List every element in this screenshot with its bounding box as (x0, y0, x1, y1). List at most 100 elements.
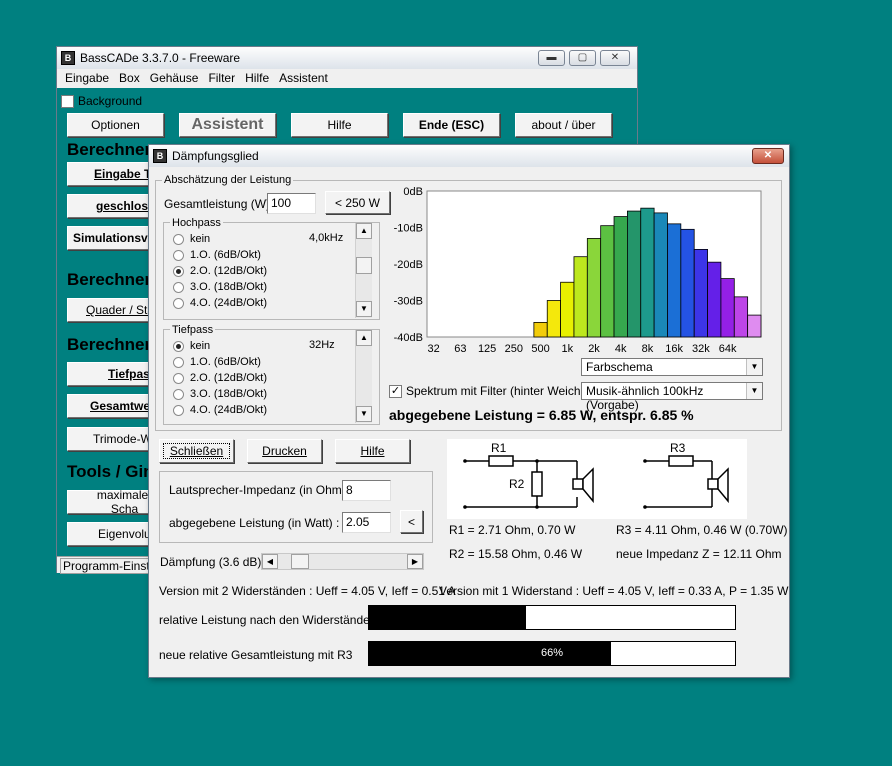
hochpass-option-kein[interactable]: kein (173, 233, 210, 245)
radio-label: kein (190, 233, 211, 245)
lt250-button[interactable]: < 250 W (325, 191, 390, 214)
radio-circle (173, 340, 184, 352)
spectrum-chart: 0dB -10dB -20dB -30dB -40dB 32 63 125 250 500 1k 2k… (394, 186, 762, 355)
r1-info: R1 = 2.71 Ohm, 0.70 W (449, 523, 576, 537)
x-tick-label: 500 (531, 343, 549, 355)
scroll-up-arrow[interactable]: ▲ (356, 223, 372, 239)
scroll-down-arrow[interactable]: ▼ (356, 406, 372, 422)
main-titlebar: B BassCADe 3.3.7.0 - Freeware ▬ ▢ ✕ (57, 47, 637, 69)
hilfe-button[interactable]: Hilfe (291, 113, 388, 137)
spectrum-bar (680, 228, 695, 338)
scroll-down-arrow[interactable]: ▼ (356, 301, 372, 317)
relative-label: relative Leistung nach den Widerständen (159, 613, 377, 627)
musik-select[interactable]: Musik-ähnlich 100kHz (Vorgabe) ▼ (581, 382, 763, 412)
section-heading: Berechnen (67, 335, 155, 354)
y-tick-label: 0dB (403, 186, 423, 198)
x-tick-label: 125 (478, 343, 496, 355)
neue-label: neue relative Gesamtleistung mit R3 (159, 648, 353, 662)
impedanz-input[interactable]: 8 (342, 480, 391, 501)
tiefpass-option-4[interactable]: 4.O. (24dB/Okt) (173, 404, 267, 416)
chevron-down-icon: ▼ (746, 383, 762, 399)
hochpass-option-4[interactable]: 4.O. (24dB/Okt) (173, 297, 267, 309)
version2-info: Version mit 2 Widerständen : Ueff = 4.05… (159, 584, 456, 598)
scroll-thumb[interactable] (356, 348, 372, 408)
menu-gehaeuse[interactable]: Gehäuse (145, 69, 204, 87)
ende-button[interactable]: Ende (ESC) (403, 113, 500, 137)
x-tick-label: 8k (642, 343, 654, 355)
radio-circle (173, 372, 184, 384)
relative-progress: 43% (368, 605, 736, 630)
menu-box[interactable]: Box (114, 69, 145, 87)
tiefpass-option-kein[interactable]: kein (173, 340, 210, 352)
slider-right-arrow[interactable]: ▶ (407, 554, 423, 569)
leistung-watt-input[interactable]: 2.05 (342, 512, 391, 533)
x-tick-label: 2k (588, 343, 600, 355)
tiefpass-option-3[interactable]: 3.O. (18dB/Okt) (173, 388, 267, 400)
menu-hilfe[interactable]: Hilfe (240, 69, 274, 87)
close-button[interactable]: ✕ (752, 148, 784, 164)
neue-percent: 66% (540, 647, 564, 659)
slider-thumb[interactable] (291, 554, 309, 569)
schliessen-button[interactable]: Schließen (159, 439, 234, 463)
spectrum-bar (667, 223, 682, 338)
x-tick-label: 1k (561, 343, 573, 355)
spectrum-bar (533, 321, 548, 338)
daempfung-slider[interactable]: ◀ ▶ (261, 553, 424, 570)
menu-eingabe[interactable]: Eingabe (60, 69, 114, 87)
dialog-title: Dämpfungsglied (172, 149, 259, 163)
maximize-button[interactable]: ▢ (569, 50, 596, 66)
close-button[interactable]: ✕ (600, 50, 630, 66)
scroll-thumb[interactable] (356, 257, 372, 274)
neue-progress: 66% (368, 641, 736, 666)
app-icon: B (153, 149, 167, 163)
hochpass-scrollbar[interactable]: ▲ ▼ (355, 223, 372, 318)
background-checkbox[interactable] (61, 95, 74, 108)
tiefpass-scrollbar[interactable]: ▲ ▼ (355, 330, 372, 423)
r1-label: R1 (491, 441, 507, 455)
tiefpass-option-2[interactable]: 2.O. (12dB/Okt) (173, 372, 267, 384)
x-tick-label: 32 (428, 343, 440, 355)
lt-button[interactable]: < (400, 510, 423, 533)
about-button[interactable]: about / über (515, 113, 612, 137)
app-icon: B (61, 51, 75, 65)
y-tick-label: -30dB (394, 296, 423, 308)
optionen-button[interactable]: Optionen (67, 113, 164, 137)
scroll-up-arrow[interactable]: ▲ (356, 330, 372, 346)
resistor-r2 (531, 471, 543, 497)
tiefpass-option-1[interactable]: 1.O. (6dB/Okt) (173, 356, 261, 368)
main-title: BassCADe 3.3.7.0 - Freeware (80, 51, 241, 65)
section-heading: Berechnen (67, 140, 155, 159)
menu-filter[interactable]: Filter (203, 69, 240, 87)
hilfe-button[interactable]: Hilfe (335, 439, 410, 463)
leistung-watt-label: abgegebene Leistung (in Watt) : (169, 516, 340, 530)
spectrum-bar (653, 212, 668, 338)
gesamtleistung-input[interactable]: 100 (267, 193, 316, 214)
speaker-icon (572, 478, 584, 490)
menu-assistent[interactable]: Assistent (274, 69, 333, 87)
farbschema-select[interactable]: Farbschema ▼ (581, 358, 763, 376)
abgegebene-summary: abgegebene Leistung = 6.85 W, entspr. 6.… (389, 407, 694, 423)
hochpass-option-2[interactable]: 2.O. (12dB/Okt) (173, 265, 267, 277)
hochpass-option-3[interactable]: 3.O. (18dB/Okt) (173, 281, 267, 293)
section-heading: Tools / Gim (67, 462, 159, 481)
y-tick-label: -10dB (394, 223, 423, 235)
radio-circle (173, 249, 184, 261)
minimize-button[interactable]: ▬ (538, 50, 565, 66)
spectrum-bar (720, 278, 735, 338)
x-tick-label: 250 (505, 343, 523, 355)
relative-progress-text: 43% (369, 606, 735, 629)
slider-left-arrow[interactable]: ◀ (262, 554, 278, 569)
assistent-button[interactable]: Assistent (179, 113, 276, 137)
relative-percent: 43% (540, 611, 564, 623)
radio-label: 2.O. (12dB/Okt) (190, 372, 268, 384)
r2-info: R2 = 15.58 Ohm, 0.46 W (449, 547, 583, 561)
drucken-button[interactable]: Drucken (247, 439, 322, 463)
spektrum-checkbox[interactable]: ✓ (389, 385, 402, 398)
y-tick-label: -20dB (394, 259, 423, 271)
gesamtleistung-label: Gesamtleistung (W) (164, 197, 271, 211)
spectrum-bar (600, 225, 615, 338)
hochpass-option-1[interactable]: 1.O. (6dB/Okt) (173, 249, 261, 261)
spectrum-bar (747, 314, 762, 338)
radio-circle (173, 281, 184, 293)
spectrum-bar (693, 249, 708, 338)
